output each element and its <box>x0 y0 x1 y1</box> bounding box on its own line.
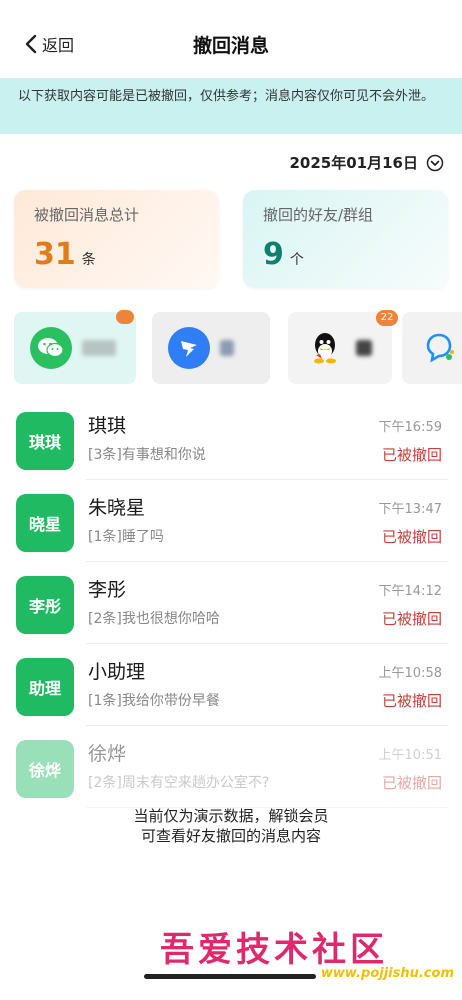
contact-name: 朱晓星 <box>88 497 146 519</box>
message-preview: [2条]我也很想你哈哈 <box>88 611 220 627</box>
message-time: 下午16:59 <box>378 420 442 435</box>
app-chip-wechat[interactable] <box>14 310 136 384</box>
qq-unread-badge: 22 <box>376 310 398 326</box>
recalled-total-label: 被撤回消息总计 <box>34 206 140 224</box>
message-preview: [3条]有事想和你说 <box>88 447 206 463</box>
wechat-icon <box>30 327 72 369</box>
blurred-account-name <box>356 340 372 356</box>
site-watermark: 吾爱技术社区 <box>160 930 388 970</box>
contact-name: 琪琪 <box>88 415 127 437</box>
privacy-notice: 以下获取内容可能是已被撤回，仅供参考；消息内容仅你可见不会外泄。 <box>0 78 462 134</box>
avatar: 晓星 <box>16 494 74 552</box>
demo-data-notice: 当前仅为演示数据，解锁会员 可查看好友撤回的消息内容 <box>0 806 462 846</box>
recalled-total-card[interactable]: 被撤回消息总计 31 条 <box>14 190 219 288</box>
dingtalk-icon <box>168 327 210 369</box>
message-row[interactable]: 晓星 朱晓星 [1条]睡了吗 下午13:47 已被撤回 <box>0 480 462 562</box>
demo-notice-line1: 当前仅为演示数据，解锁会员 <box>133 807 329 825</box>
recalled-friends-unit: 个 <box>289 252 304 268</box>
message-row[interactable]: 琪琪 琪琪 [3条]有事想和你说 下午16:59 已被撤回 <box>0 398 462 480</box>
recall-status: 已被撤回 <box>381 610 442 628</box>
home-indicator[interactable] <box>144 974 316 979</box>
site-watermark-url: www.pojjishu.com <box>320 966 454 981</box>
page-title: 撤回消息 <box>192 35 269 57</box>
avatar: 徐烨 <box>16 740 74 798</box>
avatar: 李彤 <box>16 576 74 634</box>
recall-status: 已被撤回 <box>381 774 442 792</box>
date-picker[interactable]: 2025年01月16日 <box>290 152 445 173</box>
message-preview: [1条]睡了吗 <box>88 529 164 545</box>
blurred-account-name <box>220 340 234 356</box>
recalled-total-unit: 条 <box>81 252 96 268</box>
chevron-down-circle-icon <box>426 154 444 171</box>
demo-notice-line2: 可查看好友撤回的消息内容 <box>140 827 321 845</box>
contact-name: 徐烨 <box>88 743 127 765</box>
app-chip-dingtalk[interactable] <box>152 312 270 384</box>
message-time: 上午10:58 <box>378 666 442 681</box>
message-row[interactable]: 徐烨 徐烨 [2条]周末有空来趟办公室不? 上午10:51 已被撤回 <box>0 726 462 808</box>
header-bar: 返回 撤回消息 <box>0 0 462 78</box>
avatar: 助理 <box>16 658 74 716</box>
message-time: 下午14:12 <box>378 584 442 599</box>
message-preview: [2条]周末有空来趟办公室不? <box>88 775 270 791</box>
recalled-message-list: 琪琪 琪琪 [3条]有事想和你说 下午16:59 已被撤回 晓星 朱晓星 [1条… <box>0 398 462 808</box>
message-row[interactable]: 助理 小助理 [1条]我给你带份早餐 上午10:58 已被撤回 <box>0 644 462 726</box>
blurred-account-name <box>82 340 116 356</box>
message-time: 上午10:51 <box>378 748 442 763</box>
recalled-friends-label: 撤回的好友/群组 <box>263 206 374 224</box>
contact-name: 李彤 <box>88 579 127 601</box>
qq-icon <box>304 327 346 369</box>
message-preview: [1条]我给你带份早餐 <box>88 693 220 709</box>
recalled-friends-value: 9 <box>263 237 284 272</box>
date-label: 2025年01月16日 <box>289 154 419 172</box>
app-filter-row: 22 <box>0 310 462 388</box>
recall-status: 已被撤回 <box>381 528 442 546</box>
app-chip-qq[interactable]: 22 <box>288 310 398 384</box>
message-row[interactable]: 李彤 李彤 [2条]我也很想你哈哈 下午14:12 已被撤回 <box>0 562 462 644</box>
app-chip-other[interactable] <box>402 312 462 384</box>
app-badge <box>116 310 134 324</box>
recall-status: 已被撤回 <box>381 692 442 710</box>
recall-status: 已被撤回 <box>381 446 442 464</box>
recalled-total-value: 31 <box>34 237 76 272</box>
message-time: 下午13:47 <box>378 502 442 517</box>
recalled-friends-card[interactable]: 撤回的好友/群组 9 个 <box>243 190 448 288</box>
avatar: 琪琪 <box>16 412 74 470</box>
contact-name: 小助理 <box>88 661 146 683</box>
chat-bubble-icon <box>418 327 460 369</box>
